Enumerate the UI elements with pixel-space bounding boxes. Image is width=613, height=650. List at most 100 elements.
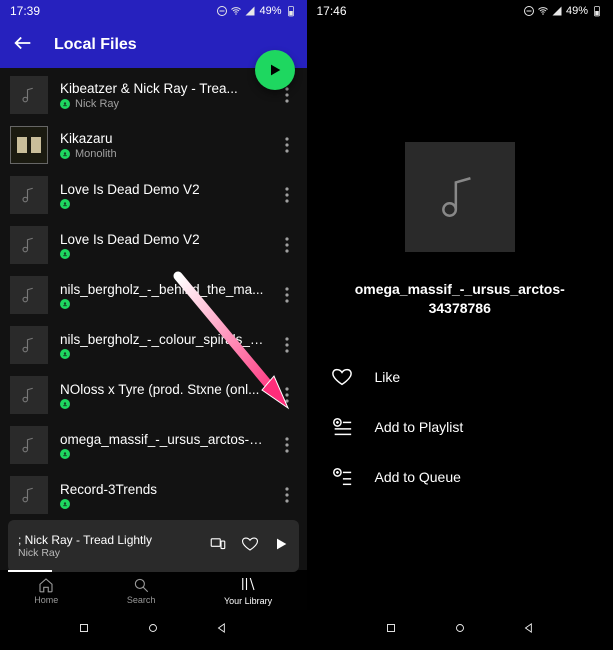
playlist-add-icon [331,416,353,438]
track-title: Love Is Dead Demo V2 [60,182,265,197]
status-icons: 49% [216,5,296,17]
signal-icon [244,5,256,17]
wifi-icon [537,5,549,17]
play-all-button[interactable] [255,50,295,90]
track-row[interactable]: nils_bergholz_-_colour_spirals_p... [0,320,307,370]
now-playing-artist: Nick Ray [18,547,199,559]
track-title: Kibeatzer & Nick Ray - Trea... [60,81,265,96]
tab-search[interactable]: Search [127,576,156,605]
battery-icon [591,5,603,17]
track-row[interactable]: nils_bergholz_-_behind_the_ma... [0,270,307,320]
square-icon [77,621,91,635]
track-title: omega_massif_-_ursus_arctos-34378786 [307,280,613,318]
more-vertical-icon [285,487,289,503]
track-row[interactable]: Love Is Dead Demo V2 [0,220,307,270]
page-title: Local Files [54,36,137,54]
queue-add-icon [331,466,353,488]
more-vertical-icon [285,337,289,353]
connect-device-button[interactable] [209,535,227,558]
status-bar: 17:39 49% [0,0,307,22]
music-note-icon [435,172,485,222]
more-button[interactable] [277,437,297,453]
recents-button[interactable] [384,621,398,640]
track-row[interactable]: Record-3Trends [0,470,307,520]
more-button[interactable] [277,287,297,303]
more-button[interactable] [277,187,297,203]
track-thumb [10,476,48,514]
track-thumb [10,176,48,214]
status-time: 17:39 [10,4,40,18]
more-vertical-icon [285,187,289,203]
system-nav [307,610,613,650]
back-button-sys[interactable] [522,621,536,640]
status-icons: 49% [523,5,603,17]
track-thumb [10,426,48,464]
track-subtitle [60,499,265,509]
more-button[interactable] [277,337,297,353]
track-subtitle [60,299,265,309]
track-title: NOloss x Tyre (prod. Stxne (onl... [60,382,265,397]
wifi-icon [230,5,242,17]
tab-label: Your Library [224,596,272,606]
menu-add-playlist[interactable]: Add to Playlist [307,402,613,452]
track-subtitle [60,249,265,259]
circle-icon [453,621,467,635]
now-playing-title: ; Nick Ray - Tread Lightly [18,533,199,547]
like-button[interactable] [241,535,259,558]
track-title: omega_massif_-_ursus_arctos-3... [60,432,265,447]
track-title: nils_bergholz_-_colour_spirals_p... [60,332,265,347]
track-subtitle [60,199,265,209]
home-button[interactable] [453,621,467,640]
library-icon [239,575,257,593]
tab-home[interactable]: Home [34,576,58,605]
track-title: nils_bergholz_-_behind_the_ma... [60,282,265,297]
more-button[interactable] [277,237,297,253]
battery-pct: 49% [566,5,588,17]
tab-library[interactable]: Your Library [224,575,272,606]
track-subtitle: Monolith [60,148,265,160]
battery-pct: 49% [259,5,281,17]
track-thumb [10,126,48,164]
track-thumb [10,226,48,264]
system-nav [0,610,307,650]
now-playing-bar[interactable]: ; Nick Ray - Tread Lightly Nick Ray [8,520,299,572]
progress-bar[interactable] [8,570,52,572]
track-row[interactable]: KikazaruMonolith [0,120,307,170]
triangle-left-icon [522,621,536,635]
more-vertical-icon [285,237,289,253]
menu-add-queue[interactable]: Add to Queue [307,452,613,502]
signal-icon [551,5,563,17]
more-vertical-icon [285,437,289,453]
more-vertical-icon [285,387,289,403]
dnd-icon [216,5,228,17]
track-subtitle [60,349,265,359]
more-button[interactable] [277,387,297,403]
track-row[interactable]: omega_massif_-_ursus_arctos-3... [0,420,307,470]
menu-like[interactable]: Like [307,352,613,402]
triangle-left-icon [215,621,229,635]
track-row[interactable]: Love Is Dead Demo V2 [0,170,307,220]
context-menu: Like Add to Playlist Add to Queue [307,352,613,502]
more-vertical-icon [285,287,289,303]
square-icon [384,621,398,635]
search-icon [132,576,150,594]
track-thumb [10,276,48,314]
more-button[interactable] [277,137,297,153]
play-icon [273,536,289,552]
battery-icon [285,5,297,17]
track-thumb [10,326,48,364]
more-button[interactable] [277,487,297,503]
recents-button[interactable] [77,621,91,640]
status-time: 17:46 [317,4,347,18]
back-button[interactable] [12,32,34,59]
menu-label: Add to Playlist [375,419,464,435]
play-button[interactable] [273,536,289,557]
status-bar: 17:46 49% [307,0,613,22]
devices-icon [209,535,227,553]
back-button-sys[interactable] [215,621,229,640]
menu-label: Add to Queue [375,469,461,485]
track-row[interactable]: NOloss x Tyre (prod. Stxne (onl... [0,370,307,420]
tab-label: Home [34,595,58,605]
heart-icon [241,535,259,553]
home-button[interactable] [146,621,160,640]
